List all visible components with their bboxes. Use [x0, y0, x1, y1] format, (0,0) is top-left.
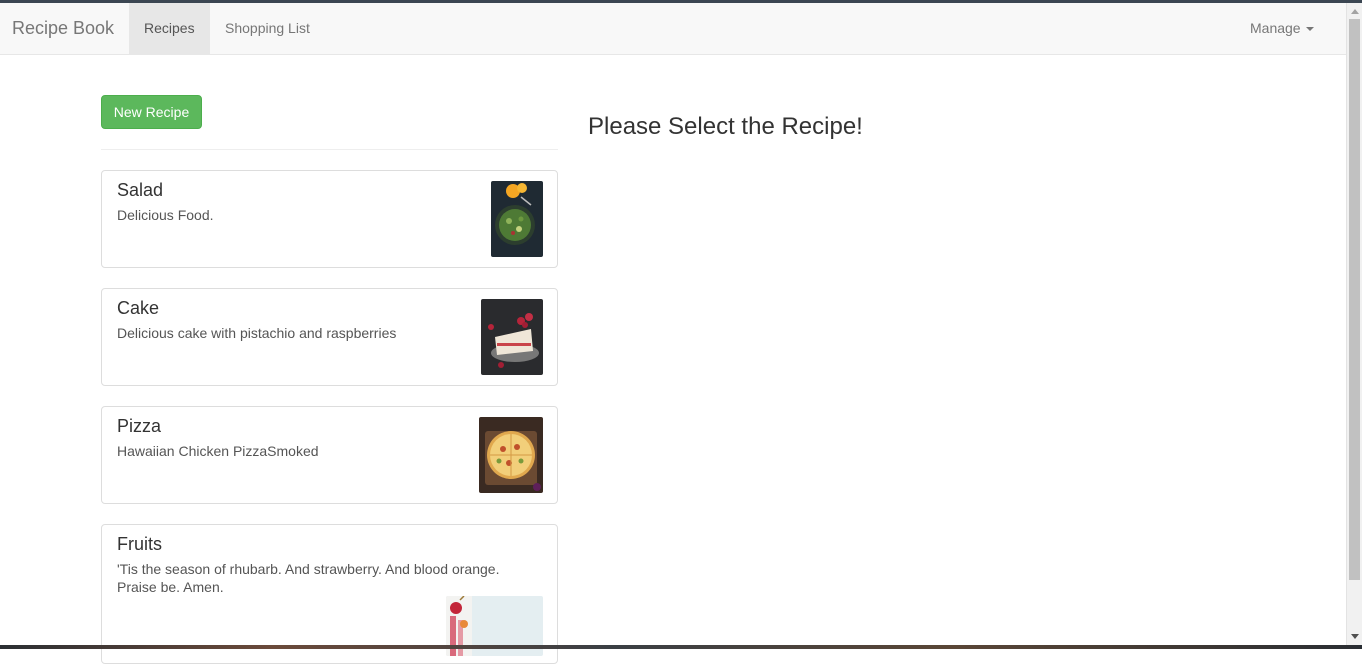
taskbar-edge	[0, 645, 1362, 649]
scrollbar-thumb[interactable]	[1349, 19, 1360, 580]
recipe-item-salad[interactable]: Salad Delicious Food.	[101, 170, 558, 268]
caret-down-icon	[1305, 27, 1314, 32]
new-recipe-button[interactable]: New Recipe	[101, 95, 202, 129]
brand-link[interactable]: Recipe Book	[12, 3, 114, 54]
nav-shopping-list[interactable]: Shopping List	[210, 3, 325, 54]
salad-image	[491, 181, 543, 257]
scroll-down-icon[interactable]	[1351, 634, 1359, 639]
recipe-description: Delicious Food.	[117, 207, 214, 223]
nav-recipes[interactable]: Recipes	[129, 3, 210, 54]
recipe-item-pizza[interactable]: Pizza Hawaiian Chicken PizzaSmoked	[101, 406, 558, 504]
divider	[101, 149, 558, 150]
manage-label: Manage	[1250, 20, 1301, 36]
cake-image	[481, 299, 543, 375]
recipe-name: Salad	[117, 180, 164, 200]
recipe-name: Cake	[117, 298, 160, 318]
recipe-description: Delicious cake with pistachio and raspbe…	[117, 325, 397, 341]
recipe-item-cake[interactable]: Cake Delicious cake with pistachio and r…	[101, 288, 558, 386]
scrollbar[interactable]	[1346, 3, 1362, 645]
recipe-description: 'Tis the season of rhubarb. And strawber…	[117, 561, 500, 595]
pizza-image	[479, 417, 543, 493]
manage-dropdown[interactable]: Manage	[1235, 3, 1329, 54]
recipe-name: Pizza	[117, 416, 162, 436]
navbar: Recipe Book Recipes Shopping List Manage	[0, 3, 1346, 55]
recipe-item-fruits[interactable]: Fruits 'Tis the season of rhubarb. And s…	[101, 524, 558, 664]
select-recipe-message: Please Select the Recipe!	[588, 113, 863, 140]
recipe-name: Fruits	[117, 534, 162, 554]
recipe-description: Hawaiian Chicken PizzaSmoked	[117, 443, 319, 459]
scroll-up-icon[interactable]	[1351, 9, 1359, 14]
